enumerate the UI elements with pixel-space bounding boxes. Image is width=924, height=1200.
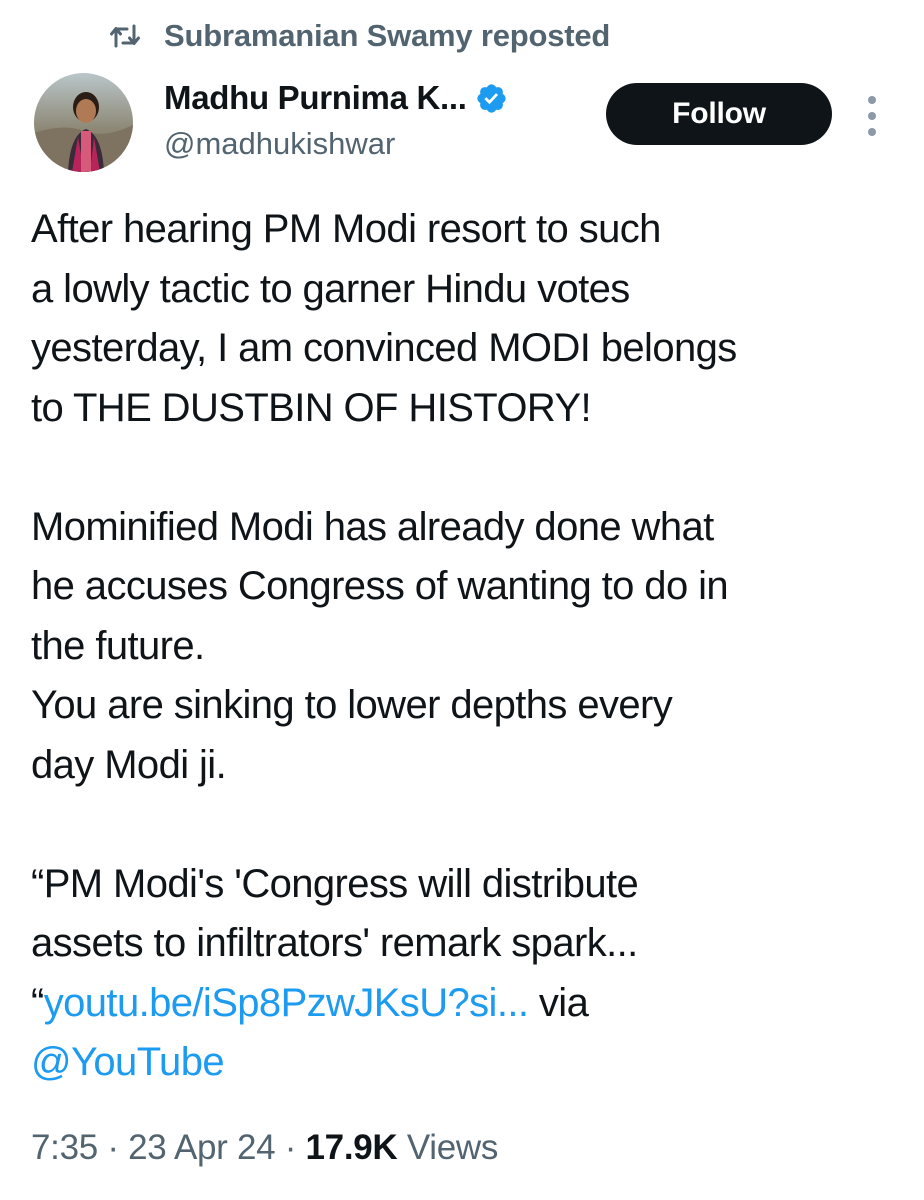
tweet-line: a lowly tactic to garner Hindu votes — [31, 266, 630, 311]
tweet-date[interactable]: 23 Apr 24 — [128, 1128, 275, 1167]
repost-icon — [108, 19, 142, 53]
tweet-meta: 7:35 · 23 Apr 24 · 17.9K Views — [31, 1128, 498, 1168]
verified-badge-icon — [475, 82, 508, 115]
quote-line: assets to infiltrators' remark spark... — [31, 921, 638, 965]
author-display-name[interactable]: Madhu Purnima K... — [164, 79, 467, 117]
meta-separator: · — [97, 1128, 129, 1167]
youtube-link[interactable]: youtu.be/iSp8PzwJKsU?si... — [44, 981, 529, 1025]
youtube-mention-link[interactable]: @YouTube — [31, 1040, 225, 1084]
views-count[interactable]: 17.9K — [306, 1128, 398, 1167]
quote-open-mark: “ — [31, 980, 44, 1025]
quote-line: “PM Modi's 'Congress will distribute — [31, 861, 639, 906]
tweet-line: You are sinking to lower depths every — [31, 683, 673, 727]
avatar[interactable] — [34, 73, 133, 172]
follow-button[interactable]: Follow — [606, 83, 832, 145]
author-handle[interactable]: @madhukishwar — [164, 126, 395, 162]
tweet-time[interactable]: 7:35 — [31, 1128, 98, 1167]
tweet-line: he accuses Congress of wanting to do in — [31, 564, 729, 608]
link-line: “youtu.be/iSp8PzwJKsU?si... via — [31, 974, 901, 1034]
tweet-line: the future. — [31, 623, 205, 668]
tweet-line: to THE DUSTBIN OF HISTORY! — [31, 385, 592, 430]
tweet-line: yesterday, I am convinced MODI belongs — [31, 326, 737, 370]
repost-header: Subramanian Swamy reposted — [108, 14, 610, 58]
tweet-line: Mominified Modi has already done what — [31, 504, 714, 549]
via-text: via — [528, 980, 589, 1025]
meta-separator: · — [275, 1128, 306, 1167]
tweet-line: day Modi ji. — [31, 742, 227, 787]
more-vertical-icon[interactable] — [861, 96, 883, 136]
author-name-row[interactable]: Madhu Purnima K... — [164, 76, 508, 120]
mention-line: @YouTube — [31, 1033, 901, 1093]
repost-label[interactable]: Subramanian Swamy reposted — [164, 18, 610, 54]
views-label[interactable]: Views — [397, 1128, 499, 1167]
tweet-text: After hearing PM Modi resort to such a l… — [31, 200, 901, 1093]
tweet-line: After hearing PM Modi resort to such — [31, 207, 661, 251]
